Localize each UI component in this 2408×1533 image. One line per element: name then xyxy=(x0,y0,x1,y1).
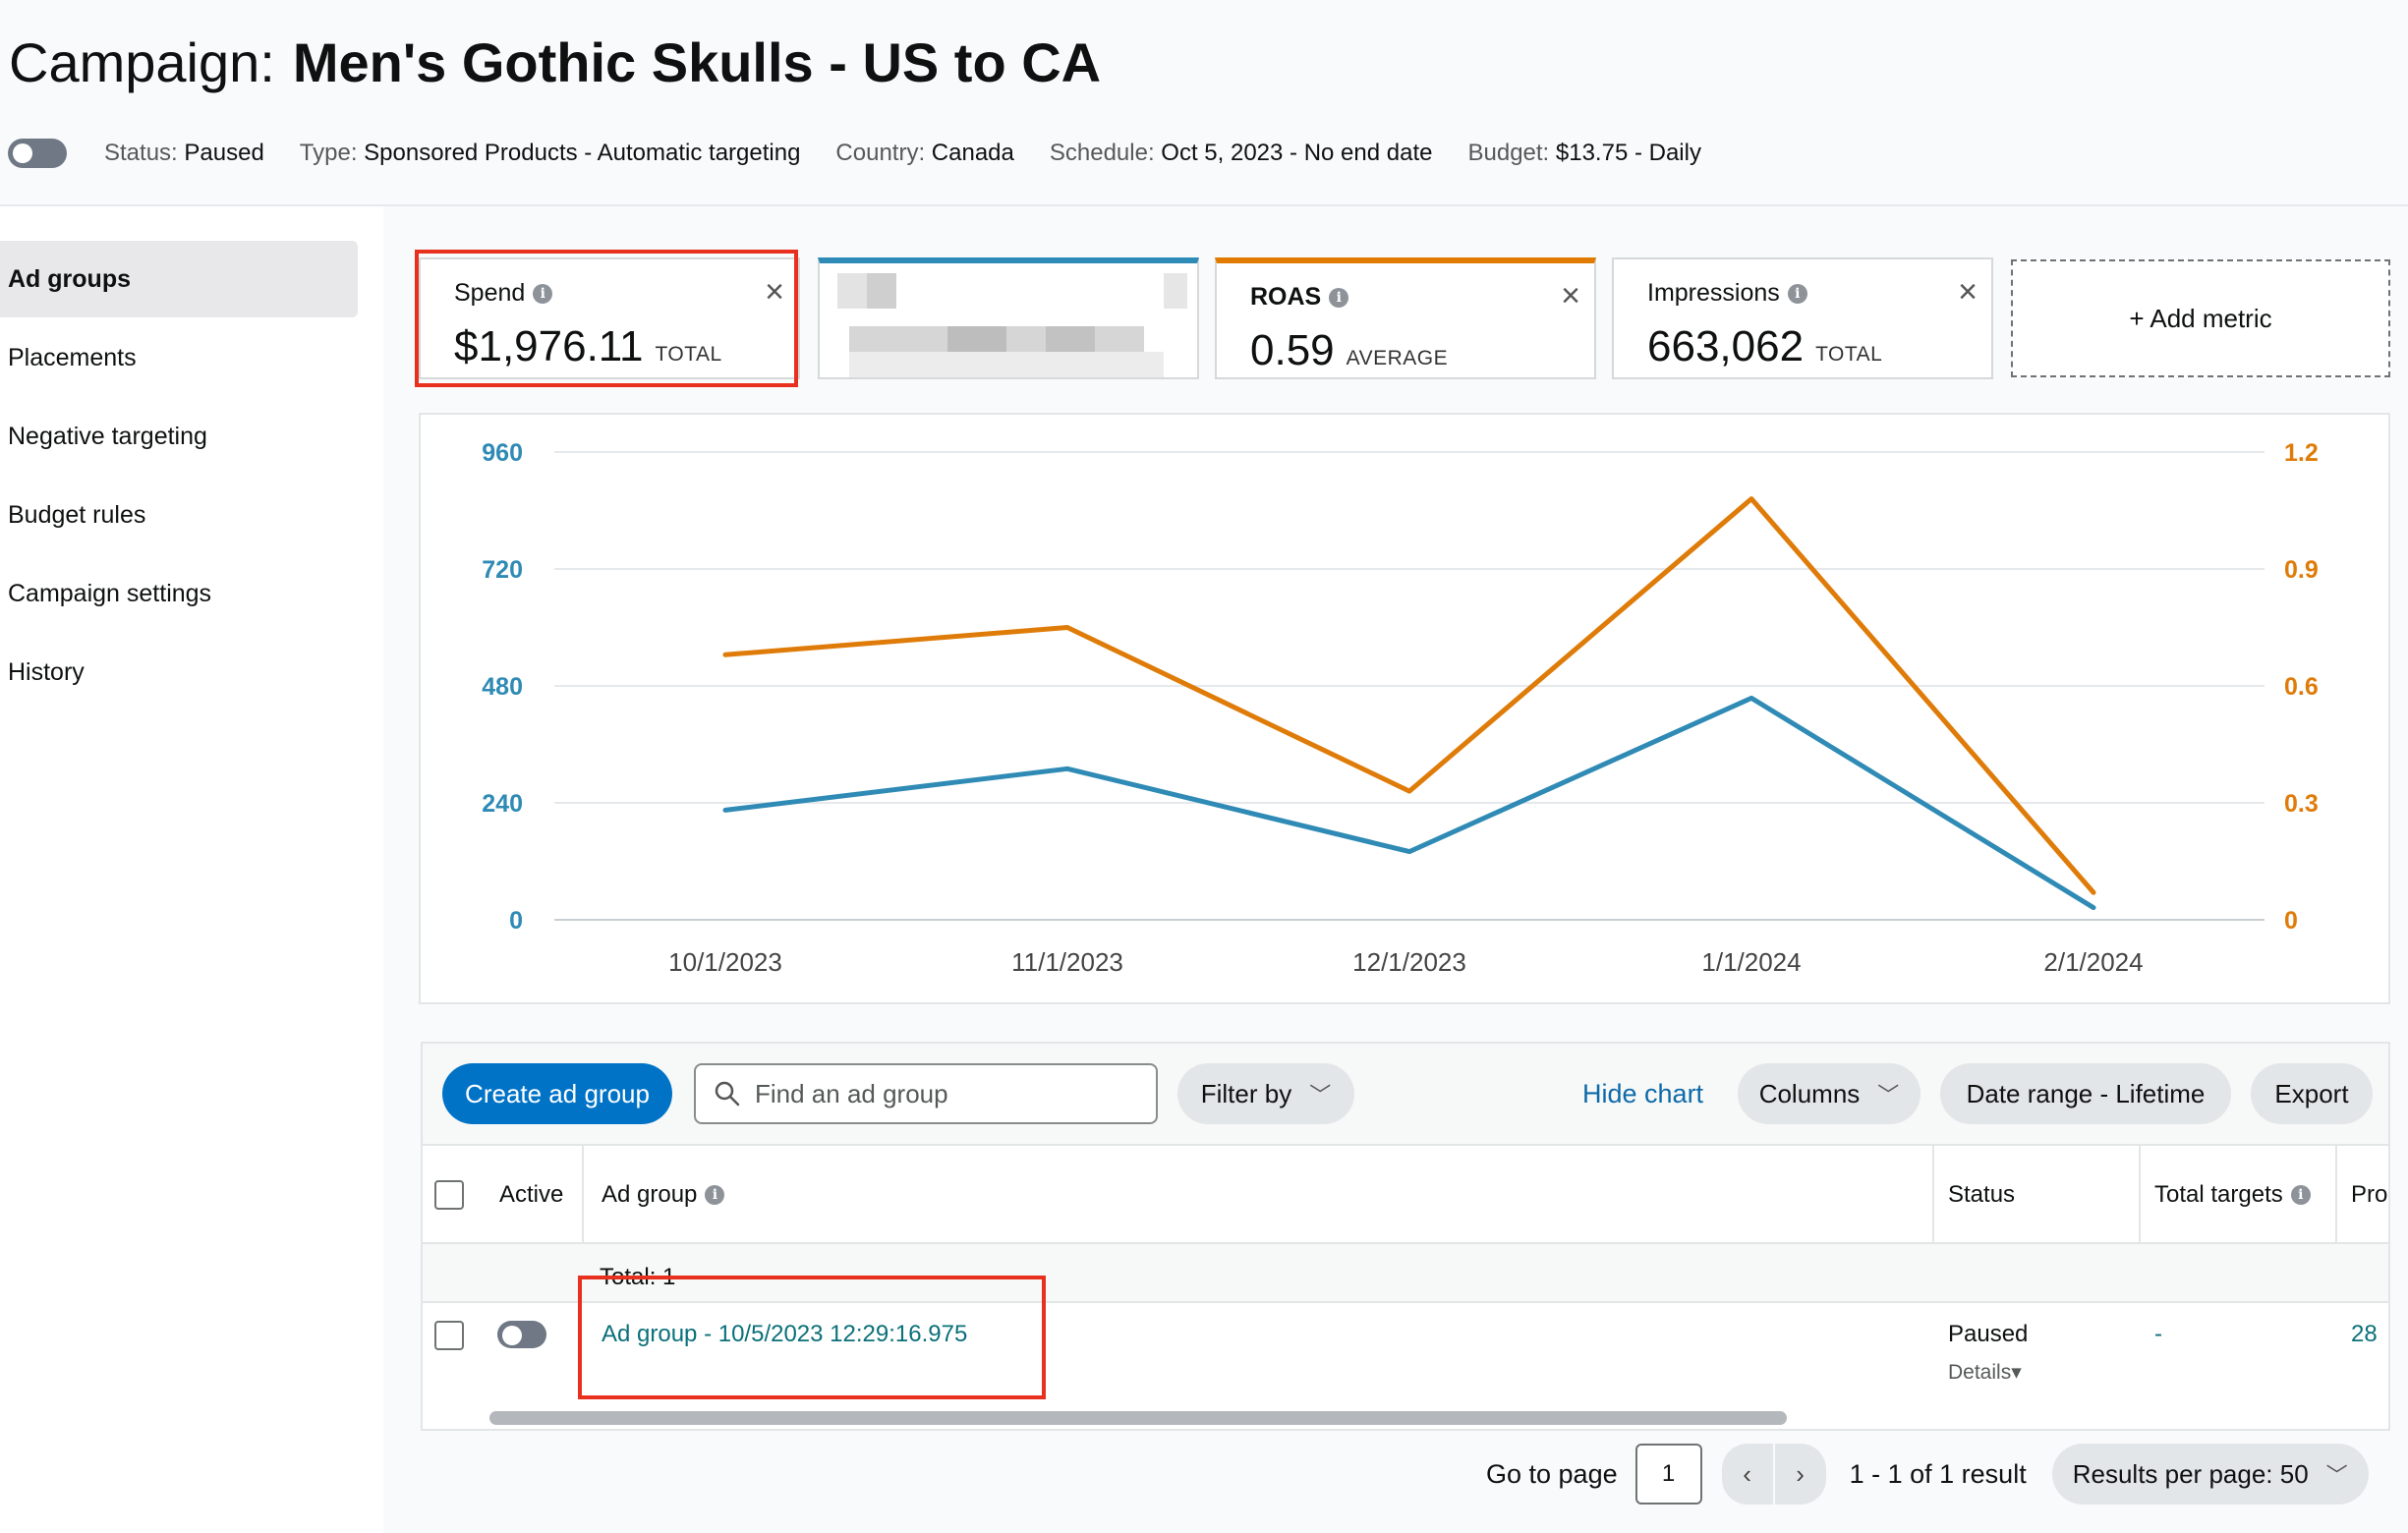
left-axis: 960 720 480 240 0 xyxy=(482,439,523,935)
metric-value: 663,062 TOTAL xyxy=(1647,322,1883,370)
info-icon[interactable]: i xyxy=(1787,283,1807,304)
x-tick-label: 11/1/2023 xyxy=(1011,947,1123,977)
page-number-input[interactable]: 1 xyxy=(1634,1444,1702,1505)
row-status: Paused xyxy=(1948,1321,2029,1347)
right-tick-label: 0 xyxy=(2284,907,2298,935)
results-per-page-dropdown[interactable]: Results per page: 50 ﹀ xyxy=(2051,1444,2369,1505)
country-meta: Country: Canada xyxy=(835,140,1014,166)
search-input[interactable]: Find an ad group xyxy=(694,1063,1158,1124)
right-tick-label: 0.3 xyxy=(2284,790,2319,818)
campaign-meta-row: Status: Paused Type: Sponsored Products … xyxy=(8,134,1701,173)
info-icon[interactable]: i xyxy=(2290,1185,2311,1205)
metric-card-impressions[interactable]: Impressions i 663,062 TOTAL × xyxy=(1612,257,1993,379)
row-checkbox[interactable] xyxy=(434,1321,464,1350)
left-tick-label: 720 xyxy=(482,556,523,584)
status-meta: Status: Paused xyxy=(104,140,264,166)
budget-meta: Budget: $13.75 - Daily xyxy=(1467,140,1701,166)
redacted-block xyxy=(1046,326,1095,352)
info-icon[interactable]: i xyxy=(1329,287,1349,308)
filter-by-dropdown[interactable]: Filter by ﹀ xyxy=(1177,1063,1354,1124)
x-axis: 10/1/2023 11/1/2023 12/1/2023 1/1/2024 2/1/2… xyxy=(668,947,2143,977)
info-icon[interactable]: i xyxy=(705,1185,725,1205)
date-range-dropdown[interactable]: Date range - Lifetime xyxy=(1940,1063,2231,1124)
create-ad-group-button[interactable]: Create ad group xyxy=(442,1063,672,1124)
redacted-block xyxy=(947,326,1006,352)
left-tick-label: 960 xyxy=(482,439,523,467)
redacted-block xyxy=(867,273,896,309)
metric-label: ROAS i xyxy=(1250,283,1349,312)
campaign-status-toggle[interactable] xyxy=(8,139,67,168)
hide-chart-link[interactable]: Hide chart xyxy=(1582,1079,1703,1109)
performance-chart: 960 720 480 240 0 1.2 0.9 0.6 0.3 0 10/1/2023 11/… xyxy=(419,413,2390,1004)
go-to-page-label: Go to page xyxy=(1486,1458,1618,1489)
title-prefix: Campaign: xyxy=(9,31,275,93)
sidebar-item-history[interactable]: History xyxy=(0,634,358,710)
right-tick-label: 0.9 xyxy=(2284,556,2319,584)
left-tick-label: 0 xyxy=(509,907,523,935)
page-title: Campaign: Men's Gothic Skulls - US to CA xyxy=(9,26,1101,100)
metric-card-roas[interactable]: ROAS i 0.59 AVERAGE × xyxy=(1215,257,1596,379)
select-all-checkbox[interactable] xyxy=(434,1180,464,1210)
sidebar-item-campaign-settings[interactable]: Campaign settings xyxy=(0,555,358,632)
sidebar-item-ad-groups[interactable]: Ad groups xyxy=(0,241,358,317)
close-icon[interactable]: × xyxy=(1561,279,1580,312)
left-tick-label: 240 xyxy=(482,790,523,818)
highlight-box xyxy=(415,250,798,387)
row-total-targets: - xyxy=(2154,1321,2162,1347)
series-line-right-axis xyxy=(722,496,2096,895)
select-all-checkbox-cell xyxy=(434,1146,464,1244)
ad-group-active-toggle[interactable] xyxy=(497,1321,546,1348)
chart-svg: 960 720 480 240 0 1.2 0.9 0.6 0.3 0 10/1/2023 11/… xyxy=(482,439,2319,977)
x-tick-label: 10/1/2023 xyxy=(668,947,782,977)
result-count: 1 - 1 of 1 result xyxy=(1849,1458,2027,1489)
chevron-left-icon[interactable]: ‹ xyxy=(1721,1444,1773,1505)
column-header-total-targets[interactable]: Total targets i xyxy=(2154,1146,2311,1244)
chart-series xyxy=(722,496,2096,911)
schedule-meta: Schedule: Oct 5, 2023 - No end date xyxy=(1049,140,1433,166)
right-axis: 1.2 0.9 0.6 0.3 0 xyxy=(2284,439,2319,935)
search-icon xyxy=(715,1081,740,1107)
left-tick-label: 480 xyxy=(482,673,523,701)
column-header-status[interactable]: Status xyxy=(1948,1146,2015,1244)
pagination: Go to page 1 ‹ › 1 - 1 of 1 result Resul… xyxy=(1486,1443,2369,1505)
chevron-down-icon: ﹀ xyxy=(1877,1083,1900,1107)
sidebar-item-negative-targeting[interactable]: Negative targeting xyxy=(0,398,358,475)
sidebar-item-placements[interactable]: Placements xyxy=(0,319,358,396)
campaign-header: Campaign: Men's Gothic Skulls - US to CA … xyxy=(0,0,2408,206)
export-button[interactable]: Export xyxy=(2251,1063,2373,1124)
add-metric-button[interactable]: + Add metric xyxy=(2011,259,2390,377)
x-tick-label: 12/1/2023 xyxy=(1352,947,1466,977)
metric-value: 0.59 AVERAGE xyxy=(1250,326,1449,374)
right-tick-label: 0.6 xyxy=(2284,673,2319,701)
search-placeholder: Find an ad group xyxy=(755,1078,948,1108)
sidebar-item-budget-rules[interactable]: Budget rules xyxy=(0,477,358,553)
right-tick-label: 1.2 xyxy=(2284,439,2319,467)
metric-label: Impressions i xyxy=(1647,279,1807,308)
type-meta: Type: Sponsored Products - Automatic tar… xyxy=(299,140,801,166)
chevron-down-icon: ﹀ xyxy=(1309,1083,1332,1107)
highlight-box xyxy=(578,1276,1046,1399)
columns-dropdown[interactable]: Columns ﹀ xyxy=(1738,1063,1921,1124)
caret-down-icon: ▾ xyxy=(2011,1361,2022,1384)
column-header-ad-group[interactable]: Ad group i xyxy=(602,1146,725,1244)
x-tick-label: 1/1/2024 xyxy=(1701,947,1801,977)
horizontal-scrollbar[interactable] xyxy=(489,1411,1787,1425)
status-details-toggle[interactable]: Details▾ xyxy=(1948,1360,2022,1385)
table-header: Active Ad group i Status Total targets i P… xyxy=(423,1146,2388,1244)
campaign-name: Men's Gothic Skulls - US to CA xyxy=(292,31,1102,93)
redacted-block xyxy=(1164,273,1187,309)
chevron-down-icon: ﹀ xyxy=(2325,1463,2348,1488)
metric-card-redacted[interactable] xyxy=(818,257,1199,379)
redacted-block xyxy=(849,352,1164,377)
chevron-right-icon[interactable]: › xyxy=(1774,1444,1826,1505)
row-products[interactable]: 28 xyxy=(2351,1321,2378,1348)
close-icon[interactable]: × xyxy=(1958,275,1978,309)
sidebar-nav: Ad groups Placements Negative targeting … xyxy=(0,206,383,1533)
column-header-products[interactable]: Pro xyxy=(2351,1146,2387,1244)
table-toolbar: Create ad group Find an ad group Filter … xyxy=(423,1044,2388,1146)
x-tick-label: 2/1/2024 xyxy=(2043,947,2143,977)
column-header-active[interactable]: Active xyxy=(499,1146,563,1244)
